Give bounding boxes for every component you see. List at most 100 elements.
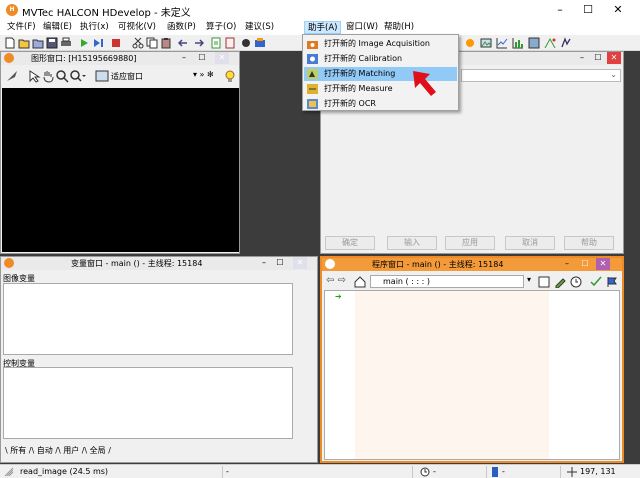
line-profile-icon[interactable] — [496, 37, 508, 49]
status-separator — [412, 466, 413, 478]
halcon-window-icon — [325, 259, 335, 269]
step-icon[interactable] — [92, 37, 104, 49]
code-icon[interactable] — [224, 37, 236, 49]
minimize-button[interactable]: – — [575, 52, 589, 64]
paste-icon[interactable] — [160, 37, 172, 49]
status-field-2: - — [226, 467, 229, 476]
help-button[interactable]: 帮助 — [564, 236, 614, 250]
restore-button[interactable]: ☐ — [195, 52, 209, 64]
minimize-button[interactable]: – — [560, 258, 574, 270]
window-title: MVTec HALCON HDevelop - 未定义 — [22, 8, 191, 19]
minimize-button[interactable]: – — [177, 52, 191, 64]
fit-window-icon[interactable] — [95, 69, 109, 83]
feature-inspection-icon[interactable] — [560, 37, 572, 49]
menu-suggestions[interactable]: 建议(S) — [242, 21, 277, 34]
calibration-icon — [307, 54, 318, 64]
draw-region-icon[interactable] — [5, 69, 19, 83]
menu-assistants[interactable]: 助手(A) — [304, 21, 342, 34]
print-icon[interactable] — [60, 37, 72, 49]
assistant-select[interactable]: ⌄ — [461, 69, 621, 82]
restore-button[interactable]: ☐ — [578, 258, 592, 270]
minimize-button[interactable]: – — [546, 2, 574, 18]
fit-window-label[interactable]: 适应窗口 — [111, 71, 143, 82]
run-icon[interactable] — [78, 37, 90, 49]
program-code-area[interactable] — [355, 291, 549, 459]
menu-item-image-acquisition[interactable]: 打开新的 Image Acquisition — [304, 37, 457, 51]
menu-window[interactable]: 窗口(W) — [343, 21, 381, 34]
status-bar: read_image (24.5 ms) - - - 197, 131 — [0, 464, 640, 478]
zoom-dropdown-icon[interactable] — [69, 69, 87, 83]
check-icon[interactable] — [590, 276, 602, 288]
tools-icon[interactable] — [240, 37, 252, 49]
histogram-icon[interactable] — [512, 37, 524, 49]
assistant-icon[interactable] — [254, 37, 266, 49]
menu-visualize[interactable]: 可视化(V) — [115, 21, 159, 34]
graphics-window-titlebar: 图形窗口: [H15195669880] – ☐ ✕ — [1, 52, 239, 65]
menu-bar: 文件(F) 编辑(E) 执行(x) 可视化(V) 函数(P) 算子(O) 建议(… — [0, 20, 640, 35]
feature-histogram-icon[interactable] — [544, 37, 556, 49]
open-file-icon[interactable] — [18, 37, 30, 49]
graphics-window: 图形窗口: [H15195669880] – ☐ ✕ 适应窗口 ▾ » ✻ — [0, 51, 240, 254]
menu-help[interactable]: 帮助(H) — [381, 21, 417, 34]
measure-icon — [307, 84, 318, 94]
flag-icon[interactable] — [606, 276, 618, 288]
redo-icon[interactable] — [192, 37, 204, 49]
move-hand-icon[interactable] — [41, 69, 55, 83]
status-message: read_image (24.5 ms) — [20, 467, 109, 476]
toolbar-overflow-icon[interactable]: ▾ » ✻ — [193, 70, 214, 79]
undo-icon[interactable] — [178, 37, 190, 49]
timer-icon — [420, 467, 430, 477]
variable-window: 变量窗口 - main () - 主线程: 15184 – ☐ ✕ 图像变量 控… — [0, 256, 318, 463]
menu-operators[interactable]: 算子(O) — [203, 21, 239, 34]
region-info-icon[interactable] — [528, 37, 540, 49]
menu-edit[interactable]: 编辑(E) — [40, 21, 75, 34]
procedure-dropdown-icon[interactable]: ▾ — [527, 275, 531, 284]
home-icon[interactable] — [354, 276, 366, 288]
close-button[interactable]: ✕ — [607, 52, 621, 64]
input-button[interactable]: 输入 — [387, 236, 437, 250]
restore-button[interactable]: ☐ — [273, 257, 287, 269]
close-button[interactable]: ✕ — [596, 258, 610, 270]
cut-icon[interactable] — [132, 37, 144, 49]
insert-icon[interactable] — [210, 37, 222, 49]
magnify-icon[interactable] — [55, 69, 69, 83]
graphics-window-title: 图形窗口: [H15195669880] — [31, 54, 137, 63]
zoom-icon[interactable] — [464, 37, 476, 49]
status-time: - — [433, 467, 436, 476]
close-button[interactable]: ✕ — [604, 2, 632, 18]
lightbulb-icon[interactable] — [223, 69, 237, 83]
camera-icon — [307, 41, 318, 49]
apply-button[interactable]: 应用 — [445, 236, 495, 250]
open-example-icon[interactable] — [32, 37, 44, 49]
ok-button[interactable]: 确定 — [325, 236, 375, 250]
variable-tabs[interactable]: \ 所有 /\ 自动 /\ 用户 /\ 全局 / — [5, 445, 111, 456]
graphics-canvas[interactable] — [2, 88, 239, 252]
pencil-icon[interactable] — [554, 276, 566, 288]
menu-item-calibration[interactable]: 打开新的 Calibration — [304, 52, 457, 66]
back-forward-icon[interactable]: ⇦ ⇨ — [326, 275, 346, 286]
close-button[interactable]: ✕ — [293, 257, 307, 269]
procedure-edit-icon[interactable] — [538, 276, 550, 288]
save-icon[interactable] — [46, 37, 58, 49]
image-view-icon[interactable] — [480, 37, 492, 49]
select-pointer-icon[interactable] — [27, 69, 41, 83]
program-window-titlebar: 程序窗口 - main () - 主线程: 15184 – ☐ ✕ — [322, 258, 622, 271]
minimize-button[interactable]: – — [257, 257, 271, 269]
menu-procedures[interactable]: 函数(P) — [164, 21, 199, 34]
restore-button[interactable]: ☐ — [591, 52, 605, 64]
debug-icon[interactable] — [110, 37, 122, 49]
menu-file[interactable]: 文件(F) — [4, 21, 39, 34]
menu-execute[interactable]: 执行(x) — [77, 21, 112, 34]
control-variables-list[interactable] — [3, 367, 293, 439]
clock-icon[interactable] — [570, 276, 586, 288]
program-window: 程序窗口 - main () - 主线程: 15184 – ☐ ✕ ⇦ ⇨ ma… — [320, 256, 624, 463]
maximize-button[interactable]: ☐ — [574, 2, 602, 18]
program-editor[interactable]: ➔ — [324, 290, 620, 460]
procedure-select[interactable]: main ( : : : ) — [370, 275, 524, 288]
close-button[interactable]: ✕ — [215, 52, 229, 64]
menu-item-ocr[interactable]: 打开新的 OCR — [304, 97, 457, 111]
iconic-variables-list[interactable] — [3, 283, 293, 355]
copy-icon[interactable] — [146, 37, 158, 49]
new-file-icon[interactable] — [4, 37, 16, 49]
cancel-button[interactable]: 取消 — [505, 236, 555, 250]
